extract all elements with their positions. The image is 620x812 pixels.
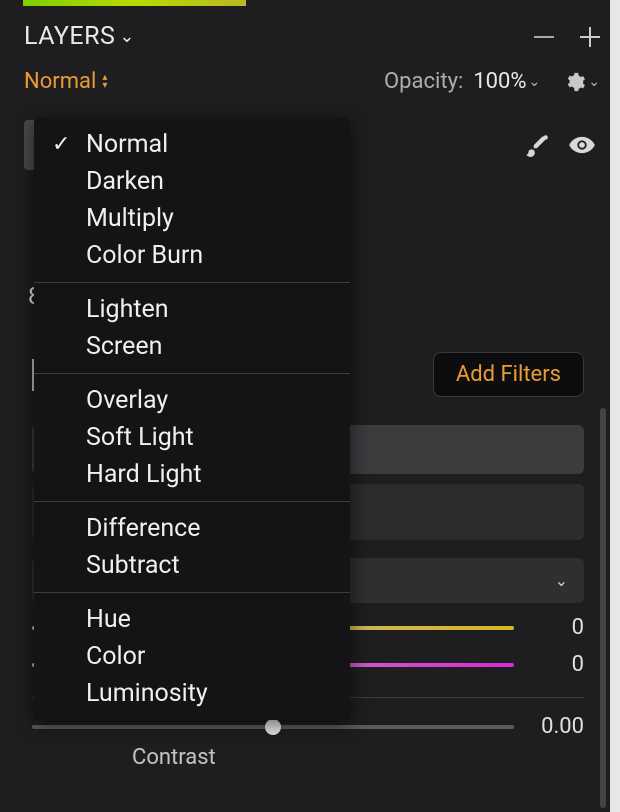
panel-divider[interactable] (610, 0, 620, 812)
option-label: Luminosity (86, 679, 208, 708)
slider-value[interactable]: 0 (528, 615, 584, 640)
opacity-value[interactable]: 100% ⌄ (473, 69, 540, 94)
slider-value[interactable]: 0 (528, 652, 584, 677)
blend-mode-row: Normal ▴▾ Opacity: 100% ⌄ ⌄ (0, 61, 620, 94)
separator (34, 501, 350, 502)
panel-title-text: LAYERS (24, 22, 115, 51)
gear-icon (564, 71, 586, 93)
option-label: Soft Light (86, 423, 194, 452)
blend-mode-selector[interactable]: Normal ▴▾ (24, 69, 107, 94)
blend-mode-option[interactable]: Soft Light (34, 419, 350, 456)
option-label: Darken (86, 167, 164, 196)
separator (34, 282, 350, 283)
option-label: Color Burn (86, 241, 203, 270)
slider-value[interactable]: 0.00 (528, 714, 584, 739)
slider-track[interactable] (32, 725, 514, 729)
separator (34, 592, 350, 593)
blend-mode-option[interactable]: Screen (34, 328, 350, 365)
layers-panel-header: LAYERS ⌄ (0, 0, 620, 61)
scrollbar[interactable] (600, 408, 606, 808)
tab-accent (23, 0, 246, 6)
separator (34, 373, 350, 374)
blend-mode-option[interactable]: Lighten (34, 291, 350, 328)
slider-label: Contrast (132, 745, 216, 770)
option-label: Multiply (86, 204, 174, 233)
blend-mode-current: Normal (24, 69, 96, 94)
blend-mode-option[interactable]: ✓ Normal (34, 126, 350, 163)
blend-mode-option[interactable]: Overlay (34, 382, 350, 419)
chevron-down-icon: ⌄ (555, 571, 568, 590)
slider-thumb[interactable] (265, 719, 281, 735)
add-filters-button[interactable]: Add Filters (433, 352, 584, 397)
slider-row-contrast: Contrast (28, 745, 610, 776)
option-label: Hard Light (86, 460, 202, 489)
chevron-down-icon: ⌄ (529, 74, 541, 90)
opacity-label: Opacity: (384, 69, 463, 94)
option-label: Difference (86, 514, 200, 543)
top-bar (0, 0, 610, 6)
layers-panel-title[interactable]: LAYERS ⌄ (24, 22, 135, 51)
blend-mode-option[interactable]: Darken (34, 163, 350, 200)
blend-mode-option[interactable]: Color (34, 638, 350, 675)
brush-icon[interactable] (524, 132, 550, 158)
collapse-icon[interactable] (534, 36, 554, 38)
option-label: Normal (86, 130, 168, 159)
blend-mode-option[interactable]: Multiply (34, 200, 350, 237)
blend-mode-option[interactable]: Color Burn (34, 237, 350, 274)
option-label: Lighten (86, 295, 169, 324)
blend-mode-option[interactable]: Hue (34, 601, 350, 638)
visibility-icon[interactable] (568, 131, 596, 159)
add-layer-icon[interactable] (580, 27, 600, 47)
chevron-down-icon: ⌄ (588, 74, 600, 90)
chevron-down-icon: ⌄ (119, 26, 135, 47)
blend-mode-dropdown: ✓ Normal Darken Multiply Color Burn Lighten Sc… (34, 118, 350, 720)
option-label: Hue (86, 605, 131, 634)
option-label: Color (86, 642, 145, 671)
option-label: Overlay (86, 386, 168, 415)
blend-mode-option[interactable]: Luminosity (34, 675, 350, 712)
blend-mode-option[interactable]: Hard Light (34, 456, 350, 493)
option-label: Screen (86, 332, 163, 361)
blend-mode-option[interactable]: Subtract (34, 547, 350, 584)
option-label: Subtract (86, 551, 180, 580)
blend-mode-option[interactable]: Difference (34, 510, 350, 547)
up-down-icon: ▴▾ (102, 74, 107, 90)
layer-settings-button[interactable]: ⌄ (564, 71, 600, 93)
check-icon: ✓ (52, 132, 74, 157)
